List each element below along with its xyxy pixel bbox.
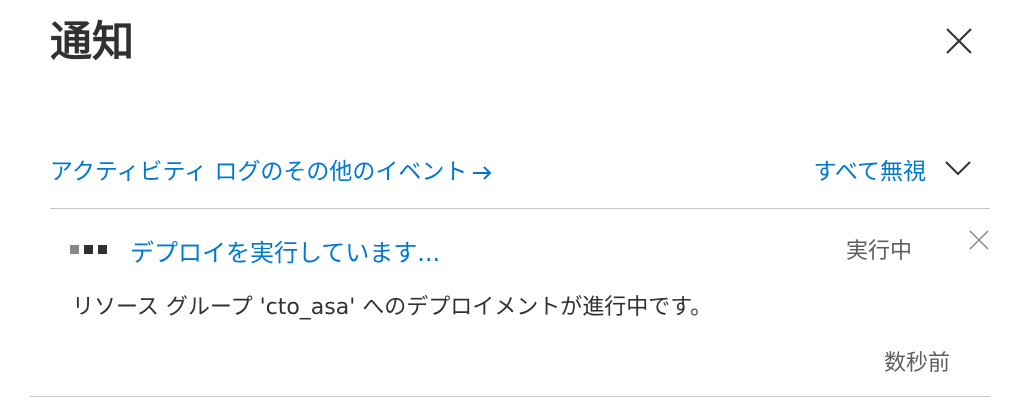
notification-timestamp: 数秒前: [883, 351, 950, 376]
close-icon[interactable]: [942, 24, 976, 58]
dismiss-icon[interactable]: [968, 229, 990, 251]
panel-title: 通知: [50, 17, 135, 66]
arrow-right-icon: [473, 165, 492, 180]
notification-card[interactable]: デプロイを実行しています... 実行中 リソース グループ 'cto_asa' …: [50, 209, 990, 389]
notification-title[interactable]: デプロイを実行しています...: [130, 233, 440, 268]
notification-status: 実行中: [845, 239, 912, 264]
activity-log-link-label: アクティビティ ログのその他のイベント: [50, 159, 468, 185]
activity-log-link[interactable]: アクティビティ ログのその他のイベント: [50, 152, 493, 186]
progress-dot: [70, 245, 79, 254]
chevron-down-icon[interactable]: [944, 158, 972, 178]
notifications-panel: 通知 アクティビティ ログのその他のイベント すべて無視 デプロイを実行していま…: [0, 0, 1012, 400]
notification-message: リソース グループ 'cto_asa' へのデプロイメントが進行中です。: [72, 295, 713, 320]
progress-dots-icon: [70, 245, 112, 255]
progress-dot: [98, 245, 107, 254]
progress-dot: [84, 245, 93, 254]
divider: [30, 396, 990, 397]
actions-row: アクティビティ ログのその他のイベント すべて無視: [50, 148, 990, 188]
dismiss-all-button[interactable]: すべて無視: [814, 152, 926, 186]
